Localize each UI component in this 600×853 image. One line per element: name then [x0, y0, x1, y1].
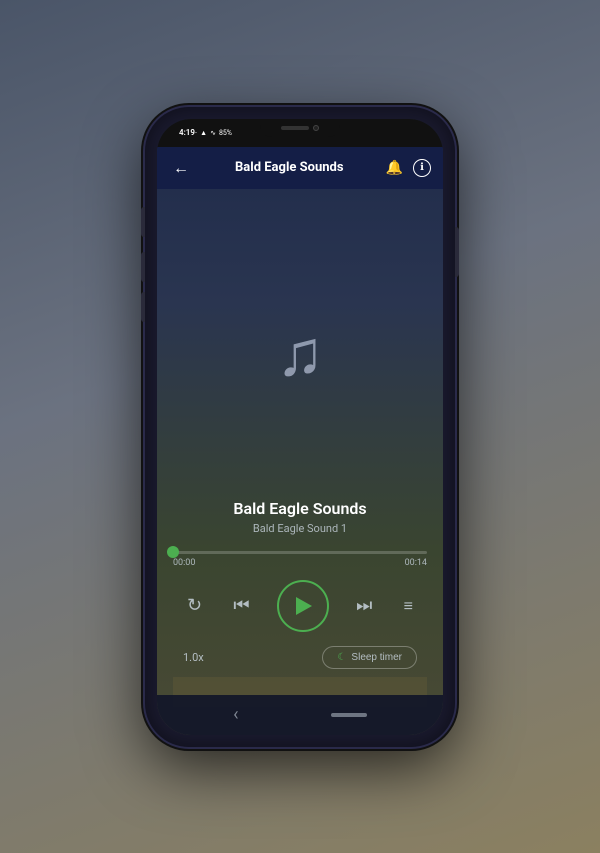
time-current: 00:00	[173, 558, 195, 568]
main-content: ♫ Bald Eagle Sounds Bald Eagle Sound 1 0…	[157, 189, 443, 707]
progress-bar[interactable]	[173, 551, 427, 554]
speed-label[interactable]: 1.0x	[183, 651, 204, 664]
playlist-button[interactable]: ≡	[400, 592, 417, 620]
previous-button[interactable]: ⏮	[229, 591, 253, 620]
notch	[260, 119, 340, 137]
moon-icon: ☾	[337, 652, 346, 663]
progress-times: 00:00 00:14	[173, 558, 427, 568]
progress-container[interactable]: 00:00 00:14	[173, 551, 427, 568]
time-total: 00:14	[405, 558, 427, 568]
page-title: Bald Eagle Sounds	[201, 160, 378, 175]
sleep-timer-label: Sleep timer	[351, 652, 402, 663]
wifi-icon: ∿	[210, 129, 216, 137]
phone-frame: 4:19 ⋅ ▲ ∿ 85% ← Bald Eagle Sounds 🔔 ℹ	[145, 107, 455, 747]
bottom-row: 1.0x ☾ Sleep timer	[173, 646, 427, 669]
status-time: 4:19	[179, 128, 195, 137]
battery-icon: 85%	[219, 129, 232, 137]
bluetooth-icon: ⋅	[195, 129, 197, 137]
bottom-nav: ‹	[157, 695, 443, 735]
album-art: ♫	[276, 209, 324, 499]
top-bar: ← Bald Eagle Sounds 🔔 ℹ	[157, 147, 443, 189]
play-button[interactable]	[277, 580, 329, 632]
camera	[313, 125, 319, 131]
track-subtitle: Bald Eagle Sound 1	[233, 522, 366, 535]
back-button[interactable]: ←	[169, 154, 193, 182]
status-icons: ⋅ ▲ ∿ 85%	[195, 129, 232, 137]
next-button[interactable]: ⏭	[352, 591, 376, 620]
info-icon[interactable]: ℹ	[413, 159, 431, 177]
play-icon	[296, 597, 312, 615]
signal-icon: ▲	[200, 129, 207, 137]
home-indicator[interactable]	[331, 713, 367, 717]
repeat-button[interactable]: ↻	[183, 591, 206, 620]
notch-area: 4:19 ⋅ ▲ ∿ 85%	[157, 119, 443, 147]
sleep-timer-button[interactable]: ☾ Sleep timer	[322, 646, 417, 669]
playback-controls: ↻ ⏮ ⏭ ≡	[173, 580, 427, 632]
top-bar-actions: 🔔 ℹ	[386, 159, 431, 177]
track-info: Bald Eagle Sounds Bald Eagle Sound 1	[233, 499, 366, 535]
music-note-icon: ♫	[276, 322, 324, 386]
status-bar: 4:19 ⋅ ▲ ∿ 85%	[171, 119, 240, 147]
nav-back-button[interactable]: ‹	[233, 704, 238, 725]
progress-thumb[interactable]	[167, 546, 179, 558]
phone-screen: 4:19 ⋅ ▲ ∿ 85% ← Bald Eagle Sounds 🔔 ℹ	[157, 119, 443, 735]
notification-icon[interactable]: 🔔	[386, 160, 403, 176]
track-title: Bald Eagle Sounds	[233, 499, 366, 518]
speaker	[281, 126, 309, 130]
